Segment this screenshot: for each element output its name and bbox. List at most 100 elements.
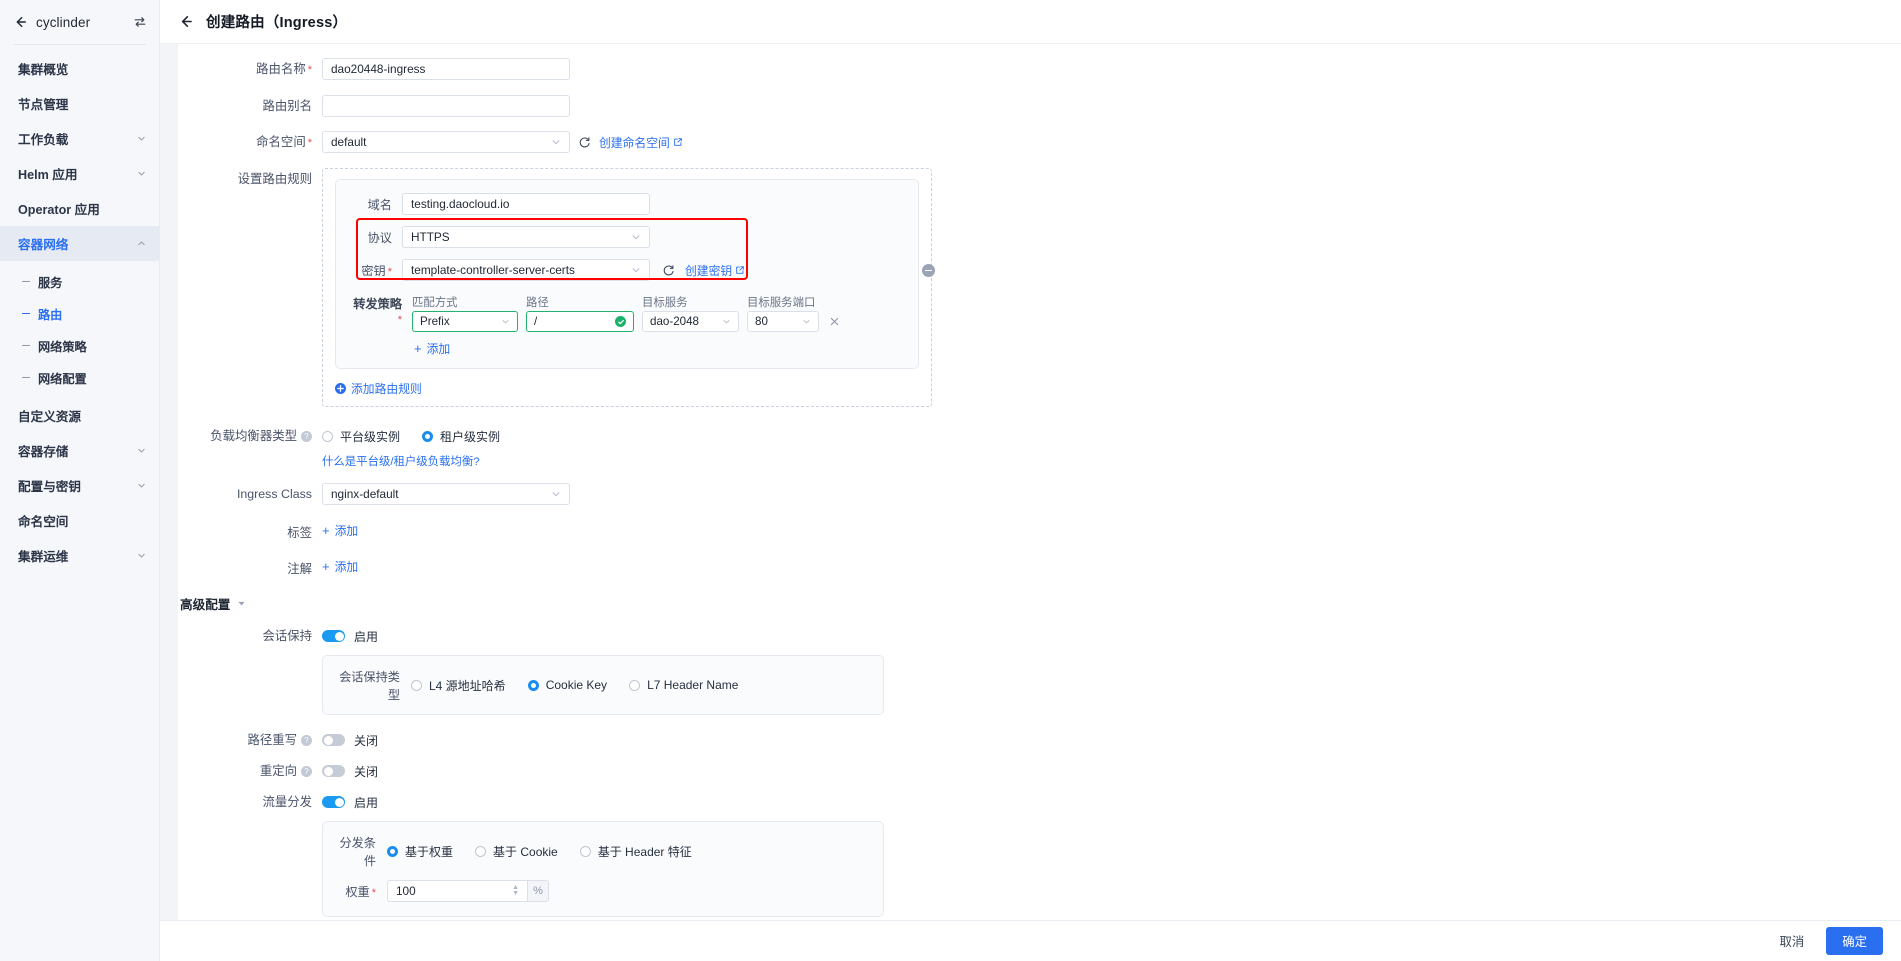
route-alias-input[interactable] xyxy=(322,95,570,117)
sidebar-item-namespaces[interactable]: 命名空间 xyxy=(0,503,159,538)
sidebar-item-workloads[interactable]: 工作负载 xyxy=(0,121,159,156)
radio-session-cookie-key[interactable]: Cookie Key xyxy=(527,678,607,692)
target-port-select[interactable]: 80 xyxy=(747,311,819,332)
stepper-arrows-icon[interactable]: ▲ ▼ xyxy=(512,884,519,897)
help-icon[interactable]: ? xyxy=(301,766,312,778)
traffic-condition-row: 分发条件 基于权重 基于 Cookie 基于 Header 特征 xyxy=(337,833,869,869)
sidebar-subitem-label: 路由 xyxy=(38,307,63,322)
main-area: 创建路由（Ingress） 路由名称 * dao20448-ingress 路由… xyxy=(160,0,1901,961)
domain-label: 域名 xyxy=(367,198,392,212)
namespace-value: default xyxy=(331,135,367,149)
remove-forward-row-button[interactable] xyxy=(827,311,841,332)
forward-match-col: 匹配方式 Prefix xyxy=(412,294,518,332)
help-icon[interactable]: ? xyxy=(301,431,312,443)
field-label: 注解 xyxy=(178,558,322,580)
sidebar-item-operator-apps[interactable]: Operator 应用 xyxy=(0,191,159,226)
advanced-config-header[interactable]: 高级配置 xyxy=(180,594,1901,613)
page-back-icon[interactable] xyxy=(177,14,193,30)
sidebar-item-label: 容器存储 xyxy=(18,445,69,459)
field-lb-type: 负载均衡器类型? 平台级实例 租户级实例 什么是平台级/租户级负载均衡? xyxy=(178,425,1901,469)
lb-help-link[interactable]: 什么是平台级/租户级负载均衡? xyxy=(322,453,1901,469)
back-icon[interactable] xyxy=(13,15,27,29)
add-label-text: 添加 xyxy=(334,524,359,538)
path-rewrite-state-text: 关闭 xyxy=(354,733,379,748)
path-rewrite-toggle[interactable] xyxy=(322,734,345,746)
lb-type-label: 负载均衡器类型 xyxy=(210,429,297,443)
ingress-class-select[interactable]: nginx-default xyxy=(322,483,570,505)
target-service-value: dao-2048 xyxy=(650,315,699,328)
field-annotations: 注解 + 添加 xyxy=(178,558,1901,580)
page-header: 创建路由（Ingress） xyxy=(160,0,1901,44)
stepper-down-icon[interactable]: ▼ xyxy=(512,890,519,897)
protocol-select[interactable]: HTTPS xyxy=(402,226,650,248)
session-type-panel: 会话保持类型 L4 源地址哈希 Cookie Key L7 Header Nam… xyxy=(322,655,884,715)
forward-label-text: 转发策略 xyxy=(353,297,402,311)
chevron-down-icon xyxy=(136,551,146,561)
traffic-toggle[interactable] xyxy=(322,796,345,808)
redirect-toggle[interactable] xyxy=(322,765,345,777)
remove-rule-button[interactable] xyxy=(922,264,935,277)
plus-circle-icon xyxy=(335,383,346,394)
form-scroll-area[interactable]: 路由名称 * dao20448-ingress 路由别名 命名空间 * defa… xyxy=(160,44,1901,961)
path-input[interactable]: / xyxy=(526,311,634,332)
radio-label: 租户级实例 xyxy=(440,429,501,444)
sidebar-subitem-network-config[interactable]: 网络配置 xyxy=(0,366,159,389)
chevron-down-icon xyxy=(136,481,146,491)
domain-input[interactable]: testing.daocloud.io xyxy=(402,193,650,215)
labels-label: 标签 xyxy=(287,526,312,540)
sidebar-item-label: 集群概览 xyxy=(18,63,69,77)
add-route-rule-button[interactable]: 添加路由规则 xyxy=(335,380,919,397)
route-name-input[interactable]: dao20448-ingress xyxy=(322,58,570,80)
ingress-class-label: Ingress Class xyxy=(236,487,312,501)
radio-session-l7-header[interactable]: L7 Header Name xyxy=(629,678,738,692)
switch-cluster-icon[interactable] xyxy=(133,15,147,29)
create-namespace-link[interactable]: 创建命名空间 xyxy=(599,134,683,151)
field-secret: 密钥 * template-controller-server-certs 创建… xyxy=(350,259,904,281)
forward-service-col: 目标服务 dao-2048 xyxy=(642,294,739,332)
add-forward-rule-button[interactable]: + 添加 xyxy=(414,340,841,357)
required-mark: * xyxy=(397,314,402,326)
traffic-condition-label: 分发条件 xyxy=(339,836,376,868)
refresh-namespaces-icon[interactable] xyxy=(578,136,591,149)
field-route-name: 路由名称 * dao20448-ingress xyxy=(178,58,1901,81)
cancel-button[interactable]: 取消 xyxy=(1769,927,1814,955)
sidebar-item-helm-apps[interactable]: Helm 应用 xyxy=(0,156,159,191)
target-service-select[interactable]: dao-2048 xyxy=(642,311,739,332)
radio-traffic-header[interactable]: 基于 Header 特征 xyxy=(579,843,692,860)
radio-traffic-cookie[interactable]: 基于 Cookie xyxy=(475,843,558,860)
sidebar-item-config-and-secrets[interactable]: 配置与密钥 xyxy=(0,468,159,503)
help-icon[interactable]: ? xyxy=(301,735,312,747)
field-label: 标签 xyxy=(178,522,322,544)
session-toggle[interactable] xyxy=(322,630,345,642)
add-annotation-button[interactable]: + 添加 xyxy=(322,558,1901,575)
confirm-button[interactable]: 确定 xyxy=(1826,927,1883,955)
col-header-service: 目标服务 xyxy=(642,297,688,309)
sidebar-subitem-routes[interactable]: 路由 xyxy=(0,302,159,325)
sidebar-item-container-network[interactable]: 容器网络 xyxy=(0,226,159,261)
sidebar-subitem-network-policy[interactable]: 网络策略 xyxy=(0,334,159,357)
protocol-value: HTTPS xyxy=(411,230,450,244)
weight-input[interactable]: 100 ▲ ▼ xyxy=(387,880,527,902)
traffic-weight-row: 权重 * 100 ▲ ▼ % xyxy=(337,880,869,902)
radio-session-l4[interactable]: L4 源地址哈希 xyxy=(411,677,506,694)
create-secret-link[interactable]: 创建密钥 xyxy=(685,262,745,279)
redirect-state-text: 关闭 xyxy=(354,764,379,779)
namespace-select[interactable]: default xyxy=(322,131,570,153)
sidebar-item-container-storage[interactable]: 容器存储 xyxy=(0,433,159,468)
secret-select[interactable]: template-controller-server-certs xyxy=(402,259,650,281)
sidebar-item-cluster-overview[interactable]: 集群概览 xyxy=(0,51,159,86)
refresh-secrets-icon[interactable] xyxy=(662,264,675,277)
sidebar-subitem-services[interactable]: 服务 xyxy=(0,270,159,293)
radio-traffic-weight[interactable]: 基于权重 xyxy=(387,843,453,860)
radio-lb-platform[interactable]: 平台级实例 xyxy=(322,428,400,445)
weight-stepper[interactable]: 100 ▲ ▼ % xyxy=(387,880,549,902)
path-value: / xyxy=(534,315,538,328)
sidebar-item-cluster-ops[interactable]: 集群运维 xyxy=(0,538,159,573)
advanced-config-title: 高级配置 xyxy=(180,598,231,612)
field-redirect: 重定向? 关闭 xyxy=(178,760,1901,782)
sidebar-item-custom-resources[interactable]: 自定义资源 xyxy=(0,398,159,433)
sidebar-item-node-management[interactable]: 节点管理 xyxy=(0,86,159,121)
match-type-select[interactable]: Prefix xyxy=(412,311,518,332)
radio-lb-tenant[interactable]: 租户级实例 xyxy=(422,428,500,445)
add-label-button[interactable]: + 添加 xyxy=(322,522,1901,539)
